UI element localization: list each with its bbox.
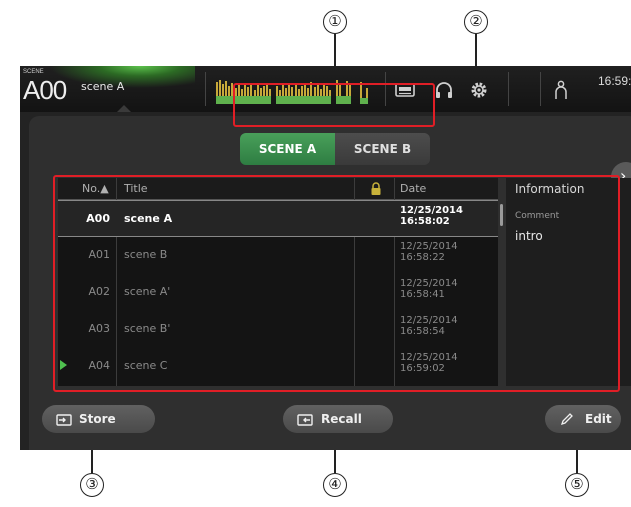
- callout-3: ③: [80, 473, 104, 497]
- user-icon[interactable]: [550, 79, 572, 101]
- scene-bank-tabs: SCENE A SCENE B: [240, 133, 430, 165]
- store-label: Store: [79, 412, 116, 426]
- topbar-separator: [540, 72, 541, 106]
- scene-number: A00: [23, 75, 67, 105]
- callout-1: ①: [323, 10, 347, 34]
- callout-5: ⑤: [565, 473, 589, 497]
- callout-2: ②: [464, 10, 488, 34]
- topbar-separator: [205, 72, 206, 106]
- headphones-icon[interactable]: [433, 79, 455, 101]
- gear-icon[interactable]: [468, 79, 490, 101]
- tab-scene-b[interactable]: SCENE B: [335, 133, 430, 165]
- tab-scene-a[interactable]: SCENE A: [240, 133, 335, 165]
- highlight-tabs: [233, 83, 435, 127]
- edit-label: Edit: [585, 412, 612, 426]
- scene-pointer-icon: [117, 105, 131, 112]
- callout-4: ④: [323, 473, 347, 497]
- scene-indicator[interactable]: SCENE A00 scene A: [20, 66, 195, 112]
- recall-icon: [297, 414, 313, 426]
- pencil-icon: [560, 413, 573, 426]
- topbar-separator: [508, 72, 509, 106]
- edit-button[interactable]: Edit: [545, 405, 621, 433]
- clock: 16:59:2: [598, 74, 631, 88]
- recall-button[interactable]: Recall: [283, 405, 393, 433]
- recall-label: Recall: [321, 412, 362, 426]
- store-button[interactable]: Store: [42, 405, 155, 433]
- highlight-list: [53, 175, 620, 392]
- scene-name: scene A: [81, 80, 125, 93]
- store-icon: [56, 414, 72, 426]
